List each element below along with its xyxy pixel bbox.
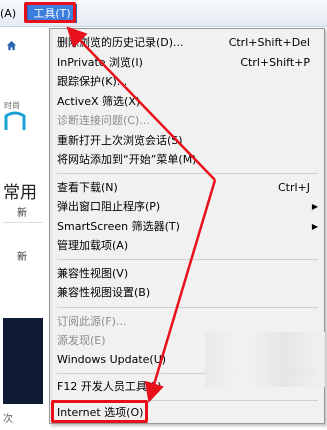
site-logo-icon <box>4 111 26 130</box>
menu-separator <box>57 259 318 260</box>
menu-item-inprivate[interactable]: InPrivate 浏览(I) Ctrl+Shift+P <box>57 53 320 72</box>
menu-item-view-downloads[interactable]: 查看下载(N) Ctrl+J <box>57 178 320 197</box>
menu-item-smartscreen[interactable]: SmartScreen 筛选器(T) ▶ <box>57 217 320 236</box>
submenu-arrow-icon: ▶ <box>311 222 318 231</box>
menu-item-manage-addons[interactable]: 管理加载项(A) <box>57 236 320 255</box>
submenu-arrow-icon: ▶ <box>311 202 318 211</box>
menu-item-popup-blocker[interactable]: 弹出窗口阻止程序(P) ▶ <box>57 197 320 216</box>
menu-item-delete-history[interactable]: 删除浏览的历史记录(D)... Ctrl+Shift+Del <box>57 33 320 52</box>
menu-separator <box>57 173 318 174</box>
annotation-box-internet-options <box>51 400 148 423</box>
annotation-box-tools <box>24 2 76 23</box>
menu-item-add-to-start[interactable]: 将网站添加到“开始”菜单(M) <box>57 150 320 169</box>
blurred-region <box>205 332 325 387</box>
menu-gutter <box>50 29 53 423</box>
home-icon[interactable] <box>6 40 17 51</box>
menu-item-compat-settings[interactable]: 兼容性视图设置(B) <box>57 283 320 302</box>
page-footer-text: 次 <box>3 414 13 425</box>
menu-item-activex-filter[interactable]: ActiveX 筛选(X) <box>57 92 320 111</box>
page-text-mini: 新 <box>17 208 27 219</box>
page-divider <box>3 222 43 223</box>
page-text-mini-2: 新 <box>17 252 27 263</box>
menu-item-diagnose: 诊断连接问题(C)... <box>57 114 150 127</box>
menu-item-compat-view[interactable]: 兼容性视图(V) <box>57 264 320 283</box>
menu-item-subscribe-feed: 订阅此源(F)... <box>57 315 127 328</box>
page-heading: 常用 <box>3 183 37 203</box>
menu-item-tracking-protection[interactable]: 跟踪保护(K)... <box>57 72 320 91</box>
page-dark-block <box>3 318 43 404</box>
menu-item-reopen-session[interactable]: 重新打开上次浏览会话(S) <box>57 131 320 150</box>
menu-separator <box>57 307 318 308</box>
